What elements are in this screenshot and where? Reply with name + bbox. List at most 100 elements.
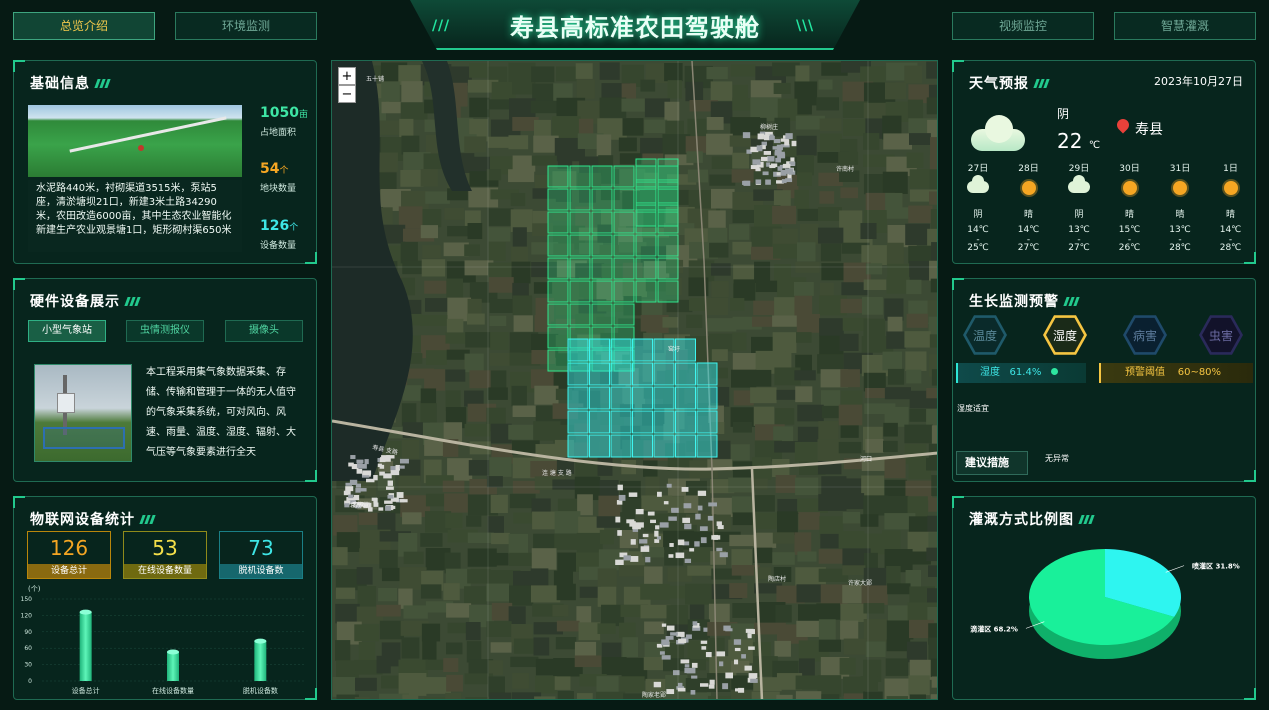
- plot-green[interactable]: [569, 257, 591, 280]
- plot-green[interactable]: [547, 303, 569, 326]
- hex-pest[interactable]: 虫害: [1199, 315, 1243, 355]
- plot-green[interactable]: [613, 165, 635, 188]
- plot-green[interactable]: [591, 280, 613, 303]
- plot-green[interactable]: [547, 234, 569, 257]
- plot-green[interactable]: [569, 280, 591, 303]
- plot-green[interactable]: [591, 188, 613, 211]
- plot-green[interactable]: [613, 211, 635, 234]
- plot-cyan[interactable]: [653, 410, 675, 434]
- building: [399, 499, 408, 503]
- plot-cyan[interactable]: [567, 410, 589, 434]
- plot-green[interactable]: [591, 257, 613, 280]
- plot-cyan[interactable]: [675, 386, 696, 410]
- plot-green[interactable]: [547, 349, 569, 372]
- plot-cyan[interactable]: [567, 386, 589, 410]
- field-tile: [883, 440, 898, 452]
- plot-cyan[interactable]: [610, 410, 632, 434]
- zoom-out-button[interactable]: −: [338, 85, 356, 103]
- plot-cyan[interactable]: [632, 434, 653, 458]
- plot-cyan[interactable]: [632, 338, 653, 362]
- zoom-in-button[interactable]: +: [338, 67, 356, 85]
- plot-green[interactable]: [547, 257, 569, 280]
- field-tile: [445, 369, 466, 382]
- building: [684, 558, 692, 564]
- plot-green[interactable]: [657, 234, 679, 257]
- plot-green[interactable]: [635, 257, 657, 280]
- plot-green[interactable]: [657, 181, 679, 204]
- plot-cyan[interactable]: [610, 386, 632, 410]
- plot-green[interactable]: [569, 211, 591, 234]
- plot-cyan[interactable]: [589, 434, 610, 458]
- plot-green[interactable]: [547, 211, 569, 234]
- plot-green[interactable]: [613, 257, 635, 280]
- plot-green[interactable]: [635, 158, 657, 181]
- plot-green[interactable]: [613, 188, 635, 211]
- plot-cyan[interactable]: [589, 362, 610, 386]
- plot-green[interactable]: [569, 188, 591, 211]
- field-tile: [753, 532, 777, 548]
- nav-environment[interactable]: 环境监测: [175, 12, 317, 40]
- field-tile: [508, 533, 529, 554]
- tab-camera[interactable]: 摄像头: [225, 320, 303, 342]
- plot-cyan[interactable]: [567, 434, 589, 458]
- plot-cyan[interactable]: [610, 434, 632, 458]
- plot-green[interactable]: [657, 280, 679, 303]
- plot-green[interactable]: [591, 211, 613, 234]
- plot-green[interactable]: [635, 204, 657, 227]
- plot-green[interactable]: [591, 165, 613, 188]
- plot-cyan[interactable]: [567, 362, 589, 386]
- plot-cyan[interactable]: [589, 386, 610, 410]
- plot-green[interactable]: [591, 234, 613, 257]
- plot-cyan[interactable]: [653, 386, 675, 410]
- plot-green[interactable]: [569, 303, 591, 326]
- plot-green[interactable]: [547, 165, 569, 188]
- nav-irrigation[interactable]: 智慧灌溉: [1114, 12, 1256, 40]
- plot-cyan[interactable]: [696, 434, 718, 458]
- plot-green[interactable]: [547, 280, 569, 303]
- plot-green[interactable]: [613, 303, 635, 326]
- plot-green[interactable]: [635, 280, 657, 303]
- plot-green[interactable]: [635, 181, 657, 204]
- map-panel[interactable]: 五十铺 柳树庄 许南村 窑圩 河口 曹家岗 陶店村 许家大郢 陶家老郢 袁家岗 寿县 支路连 塘 支…: [331, 60, 938, 700]
- building: [716, 547, 723, 552]
- building: [757, 133, 764, 140]
- plot-green[interactable]: [635, 234, 657, 257]
- building: [755, 179, 762, 185]
- plot-cyan[interactable]: [567, 338, 589, 362]
- plot-cyan[interactable]: [632, 386, 653, 410]
- plot-green[interactable]: [657, 204, 679, 227]
- plot-green[interactable]: [547, 188, 569, 211]
- plot-cyan[interactable]: [653, 362, 675, 386]
- tab-weather-station[interactable]: 小型气象站: [28, 320, 106, 342]
- plot-cyan[interactable]: [675, 362, 696, 386]
- hex-humidity[interactable]: 湿度: [1043, 315, 1087, 355]
- plot-green[interactable]: [569, 165, 591, 188]
- plot-cyan[interactable]: [610, 362, 632, 386]
- field-tile: [619, 529, 639, 549]
- plot-cyan[interactable]: [610, 338, 632, 362]
- plot-green[interactable]: [547, 326, 569, 349]
- nav-video[interactable]: 视频监控: [952, 12, 1094, 40]
- plot-green[interactable]: [613, 234, 635, 257]
- nav-overview[interactable]: 总览介绍: [13, 12, 155, 40]
- plot-cyan[interactable]: [632, 362, 653, 386]
- hex-temperature[interactable]: 温度: [963, 315, 1007, 355]
- plot-cyan[interactable]: [675, 410, 696, 434]
- plot-cyan[interactable]: [589, 338, 610, 362]
- plot-cyan[interactable]: [696, 362, 718, 386]
- plot-cyan[interactable]: [632, 410, 653, 434]
- hex-disease[interactable]: 病害: [1123, 315, 1167, 355]
- plot-cyan[interactable]: [696, 410, 718, 434]
- plot-green[interactable]: [569, 234, 591, 257]
- plot-cyan[interactable]: [653, 434, 675, 458]
- plot-cyan[interactable]: [696, 386, 718, 410]
- field-tile: [510, 192, 526, 207]
- plot-cyan[interactable]: [589, 410, 610, 434]
- plot-green[interactable]: [591, 303, 613, 326]
- plot-green[interactable]: [613, 280, 635, 303]
- plot-green[interactable]: [657, 257, 679, 280]
- plot-cyan[interactable]: [675, 434, 696, 458]
- tab-pest-monitor[interactable]: 虫情测报仪: [126, 320, 204, 342]
- field-tile: [909, 694, 926, 699]
- plot-green[interactable]: [657, 158, 679, 181]
